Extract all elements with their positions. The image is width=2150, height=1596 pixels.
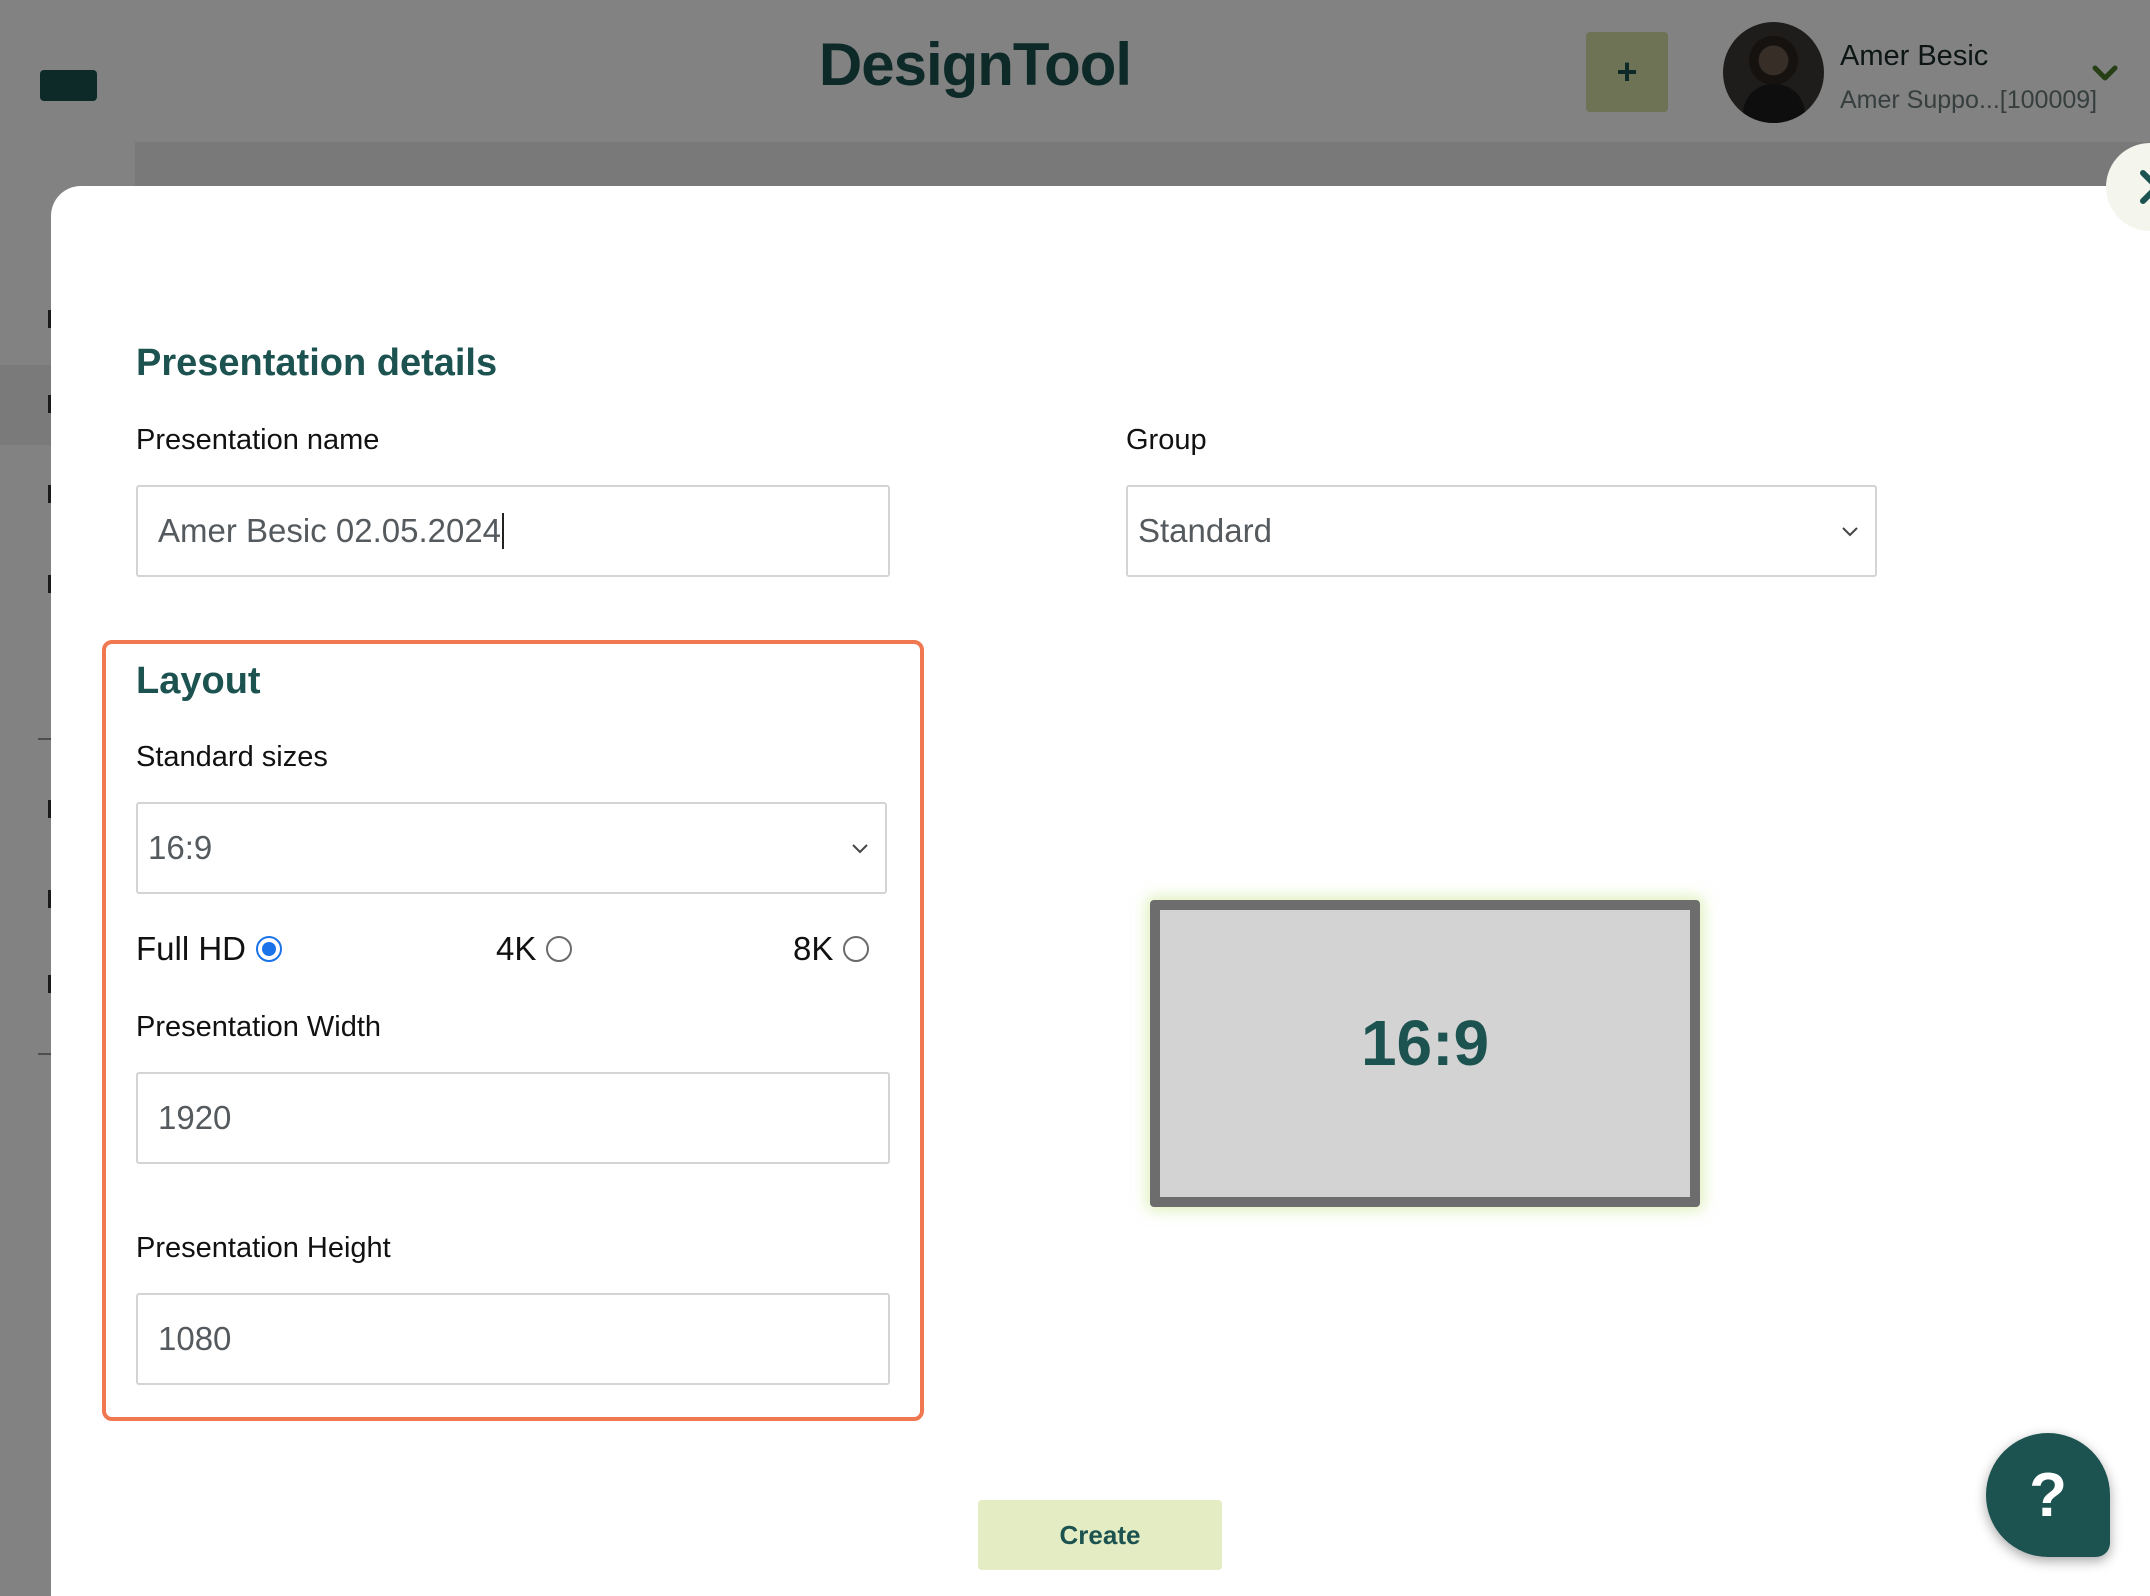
layout-preview: 16:9 xyxy=(1150,900,1700,1207)
presentation-width-label: Presentation Width xyxy=(136,1011,382,1043)
presentation-width-input[interactable]: 1920 xyxy=(136,1072,890,1164)
radio-8k-label: 8K xyxy=(793,930,834,967)
group-label: Group xyxy=(1126,424,1207,456)
radio-8k[interactable]: 8K xyxy=(793,926,870,972)
radio-full-hd-input[interactable] xyxy=(256,936,283,962)
presentation-height-label: Presentation Height xyxy=(136,1232,391,1264)
create-button[interactable]: Create xyxy=(978,1500,1222,1570)
standard-sizes-value: 16:9 xyxy=(148,829,213,866)
standard-sizes-label: Standard sizes xyxy=(136,741,328,773)
radio-full-hd[interactable]: Full HD xyxy=(136,926,283,972)
preview-ratio-label: 16:9 xyxy=(1360,1006,1490,1079)
group-select-value: Standard xyxy=(1138,512,1272,549)
presentation-name-label: Presentation name xyxy=(136,424,380,456)
section-title-layout: Layout xyxy=(136,660,261,702)
radio-8k-input[interactable] xyxy=(843,936,870,962)
chevron-right-icon xyxy=(2140,170,2150,204)
standard-sizes-select[interactable]: 16:9 xyxy=(136,802,887,894)
presentation-name-value: Amer Besic 02.05.2024 xyxy=(158,512,502,549)
radio-4k-input[interactable] xyxy=(546,936,573,962)
presentation-width-value: 1920 xyxy=(158,1099,232,1136)
chevron-down-icon xyxy=(852,844,868,854)
radio-full-hd-label: Full HD xyxy=(136,930,247,967)
radio-4k-label: 4K xyxy=(496,930,537,967)
presentation-name-input[interactable]: Amer Besic 02.05.2024 xyxy=(136,485,890,577)
section-title-details: Presentation details xyxy=(136,342,498,384)
presentation-height-value: 1080 xyxy=(158,1320,232,1357)
text-caret xyxy=(502,513,505,549)
chevron-down-icon xyxy=(1842,527,1858,537)
group-select[interactable]: Standard xyxy=(1126,485,1877,577)
presentation-height-input[interactable]: 1080 xyxy=(136,1293,890,1385)
help-button[interactable]: ? xyxy=(1986,1433,2110,1557)
radio-4k[interactable]: 4K xyxy=(496,926,573,972)
